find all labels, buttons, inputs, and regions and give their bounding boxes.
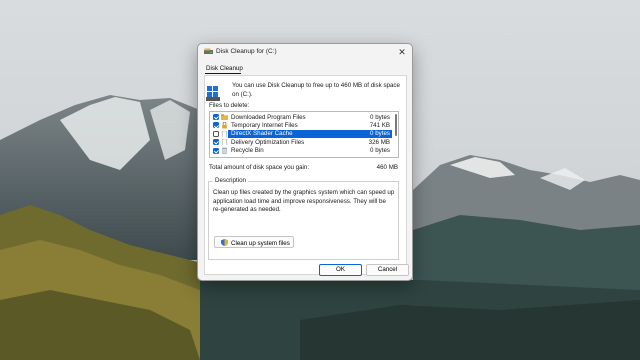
file-size: 0 bytes — [370, 113, 390, 121]
file-row-recycle-bin[interactable]: Recycle Bin 0 bytes — [210, 147, 390, 155]
file-name: Recycle Bin — [231, 147, 264, 155]
checkbox[interactable] — [213, 139, 219, 146]
file-name: Downloaded Program Files — [231, 113, 306, 121]
tab-underline — [205, 73, 241, 74]
checkbox[interactable] — [213, 114, 219, 120]
files-list[interactable]: Downloaded Program Files 0 bytes Tempora… — [209, 111, 399, 158]
recycle-bin-icon — [222, 148, 227, 154]
window-title: Disk Cleanup for (C:) — [216, 48, 277, 55]
file-name: DirectX Shader Cache — [231, 130, 293, 138]
description-text: Clean up files created by the graphics s… — [213, 189, 395, 214]
checkbox[interactable] — [213, 147, 219, 154]
file-icon — [221, 130, 228, 138]
drive-icon — [206, 86, 220, 101]
total-space-label: Total amount of disk space you gain: — [209, 164, 310, 171]
ok-button[interactable]: OK — [319, 264, 362, 276]
folder-icon — [221, 114, 228, 121]
clean-up-system-files-button[interactable]: Clean up system files — [214, 236, 294, 248]
lock-icon — [222, 122, 227, 129]
tab-disk-cleanup[interactable]: Disk Cleanup — [206, 65, 243, 72]
file-icon — [221, 138, 228, 146]
close-button[interactable]: ✕ — [396, 46, 408, 58]
close-icon: ✕ — [398, 47, 406, 57]
list-scrollbar[interactable] — [395, 114, 397, 136]
file-size: 0 bytes — [370, 147, 390, 155]
checkbox[interactable] — [213, 130, 219, 137]
file-row-directx-shader-cache[interactable]: DirectX Shader Cache 0 bytes — [210, 129, 392, 139]
total-space-value: 460 MB — [376, 164, 398, 171]
file-size: 0 bytes — [370, 130, 390, 138]
checkbox[interactable] — [213, 122, 219, 129]
shield-icon — [221, 239, 228, 246]
file-row-delivery-optimization-files[interactable]: Delivery Optimization Files 326 MB — [210, 138, 390, 146]
file-size: 741 KB — [369, 121, 390, 129]
title-bar[interactable]: Disk Cleanup for (C:) ✕ — [198, 44, 412, 60]
cancel-button[interactable]: Cancel — [366, 264, 409, 276]
file-name: Delivery Optimization Files — [231, 138, 305, 146]
file-row-temporary-internet-files[interactable]: Temporary Internet Files 741 KB — [210, 121, 390, 129]
file-name: Temporary Internet Files — [231, 121, 298, 129]
clean-up-system-files-label: Clean up system files — [231, 239, 290, 247]
description-title: Description — [213, 177, 248, 184]
intro-text: You can use Disk Cleanup to free up to 4… — [232, 82, 400, 98]
file-row-downloaded-program-files[interactable]: Downloaded Program Files 0 bytes — [210, 113, 390, 121]
file-size: 326 MB — [368, 138, 390, 146]
disk-cleanup-app-icon — [204, 48, 213, 54]
files-to-delete-label: Files to delete: — [209, 102, 250, 109]
